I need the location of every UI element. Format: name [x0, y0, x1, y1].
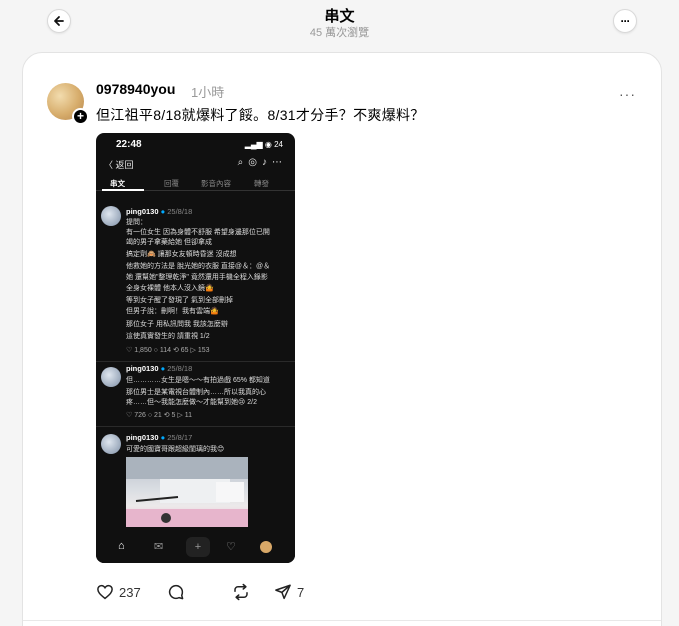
post-card: + 0978940you 1小時 ··· 但江祖平8/18就爆料了餒。8/31才… [22, 52, 662, 626]
share-count: 7 [297, 584, 305, 600]
post-more-icon[interactable]: ··· [619, 86, 636, 102]
more-icon: ··· [620, 14, 631, 28]
top-bar: 串文 45 萬次瀏覽 ··· [0, 0, 679, 50]
phone-tab-posts: 串文 [110, 179, 125, 188]
phone-post-line: 全身女裸體 他本人沒入鏡🤷 [126, 285, 214, 292]
phone-tabs: 串文 回覆 影音內容 轉發 [96, 177, 295, 191]
phone-post-avatar [101, 367, 121, 387]
photo-icon [126, 457, 248, 527]
repost-icon [234, 583, 248, 601]
phone-post-user: ping0130 ● 25/8/18 [126, 364, 193, 373]
repost-button[interactable] [232, 583, 250, 601]
phone-status: ▂▄▆ ◉ 24 [244, 140, 283, 149]
reply-button[interactable] [167, 583, 185, 601]
heart-icon: ♡ [226, 541, 236, 553]
phone-post-line: 這使真實發生的 請重視 1/2 [126, 333, 210, 340]
profile-icon [260, 541, 272, 553]
inbox-icon: ✉ [154, 541, 164, 553]
phone-post-line: 他救她的方法是 脫光她的衣服 直接@＆：@＆ [126, 263, 271, 270]
phone-tab-reposts: 轉發 [254, 179, 269, 188]
like-count: 237 [119, 584, 141, 600]
phone-post-line: 提問： [126, 219, 147, 226]
phone-post-line: 那位女子 用私訊問我 我該怎麼辦 [126, 321, 228, 328]
phone-divider [96, 361, 295, 362]
phone-post-avatar [101, 434, 121, 454]
view-count: 45 萬次瀏覽 [309, 27, 370, 39]
card-divider [23, 620, 661, 621]
phone-post-user: ping0130 ● 25/8/17 [126, 433, 193, 442]
phone-post-line: 她 還幫她"整理乾淨" 竟然還用手機全程入錄影 [126, 274, 268, 281]
phone-post-line: 搞定劑🙈 讓那女友頓時昏迷 沒成想 [126, 251, 237, 258]
phone-post-line: 那位男士是某電視台體制內……所以我真的心 [126, 389, 266, 396]
like-button[interactable]: 237 [96, 583, 141, 601]
create-icon: + [186, 537, 210, 557]
phone-post-line: 有一位女生 因為身體不舒服 希望身邊那位已開 [126, 229, 270, 236]
page-title: 串文 [324, 8, 355, 25]
phone-post-avatar [101, 206, 121, 226]
phone-tab-indicator [102, 189, 144, 191]
phone-divider [96, 426, 295, 427]
avatar[interactable]: + [47, 83, 89, 125]
heart-icon [97, 584, 113, 600]
phone-post-line: 竭的男子拿藥給她 但卻拿成 [126, 239, 212, 246]
phone-post-user: ping0130 ● 25/8/18 [126, 207, 193, 216]
phone-clock: 22:48 [116, 139, 142, 150]
phone-post-actions: ♡ 1,850 ○ 114 ⟲ 65 ▷ 153 [126, 347, 210, 354]
more-options-button[interactable]: ··· [613, 9, 637, 33]
embedded-screenshot[interactable]: 22:48 ▂▄▆ ◉ 24 〈 返回 ⌕◎♪⋯ 串文 回覆 影音內容 轉發 p… [96, 133, 295, 563]
phone-tab-media: 影音內容 [201, 179, 231, 188]
phone-bottom-nav: ⌂ ✉ + ♡ [96, 533, 295, 563]
phone-post-actions: ♡ 726 ○ 21 ⟲ 5 ▷ 11 [126, 412, 192, 419]
phone-tab-replies: 回覆 [164, 179, 179, 188]
follow-plus-icon[interactable]: + [72, 108, 89, 125]
share-button[interactable]: 7 [274, 583, 304, 601]
phone-post-line: 疼……但～我能怎麼做～才能幫到她😢 2/2 [126, 399, 257, 406]
phone-post-image [126, 457, 248, 527]
phone-post-line: 等到女子醒了發現了 氣到全部刪掉 [126, 297, 233, 304]
phone-post-line: 可愛的國寶哥跟超級閨璃的我😊 [126, 446, 225, 453]
post-text: 但江祖平8/18就爆料了餒。8/31才分手？不爽爆料？ [96, 107, 425, 123]
post-username[interactable]: 0978940you [96, 81, 175, 97]
comment-icon [168, 584, 184, 600]
send-icon [275, 584, 291, 600]
phone-post-line: 但…………女生是嗯～～有拍過戲 65% 都知道 [126, 377, 270, 384]
home-icon: ⌂ [118, 540, 125, 552]
phone-header-icons: ⌕◎♪⋯ [237, 157, 287, 168]
phone-back-label: 〈 返回 [104, 160, 134, 170]
phone-post-line: 但男子說：刪啊！我有雲端🤷 [126, 308, 219, 315]
post-time: 1小時 [191, 85, 225, 100]
